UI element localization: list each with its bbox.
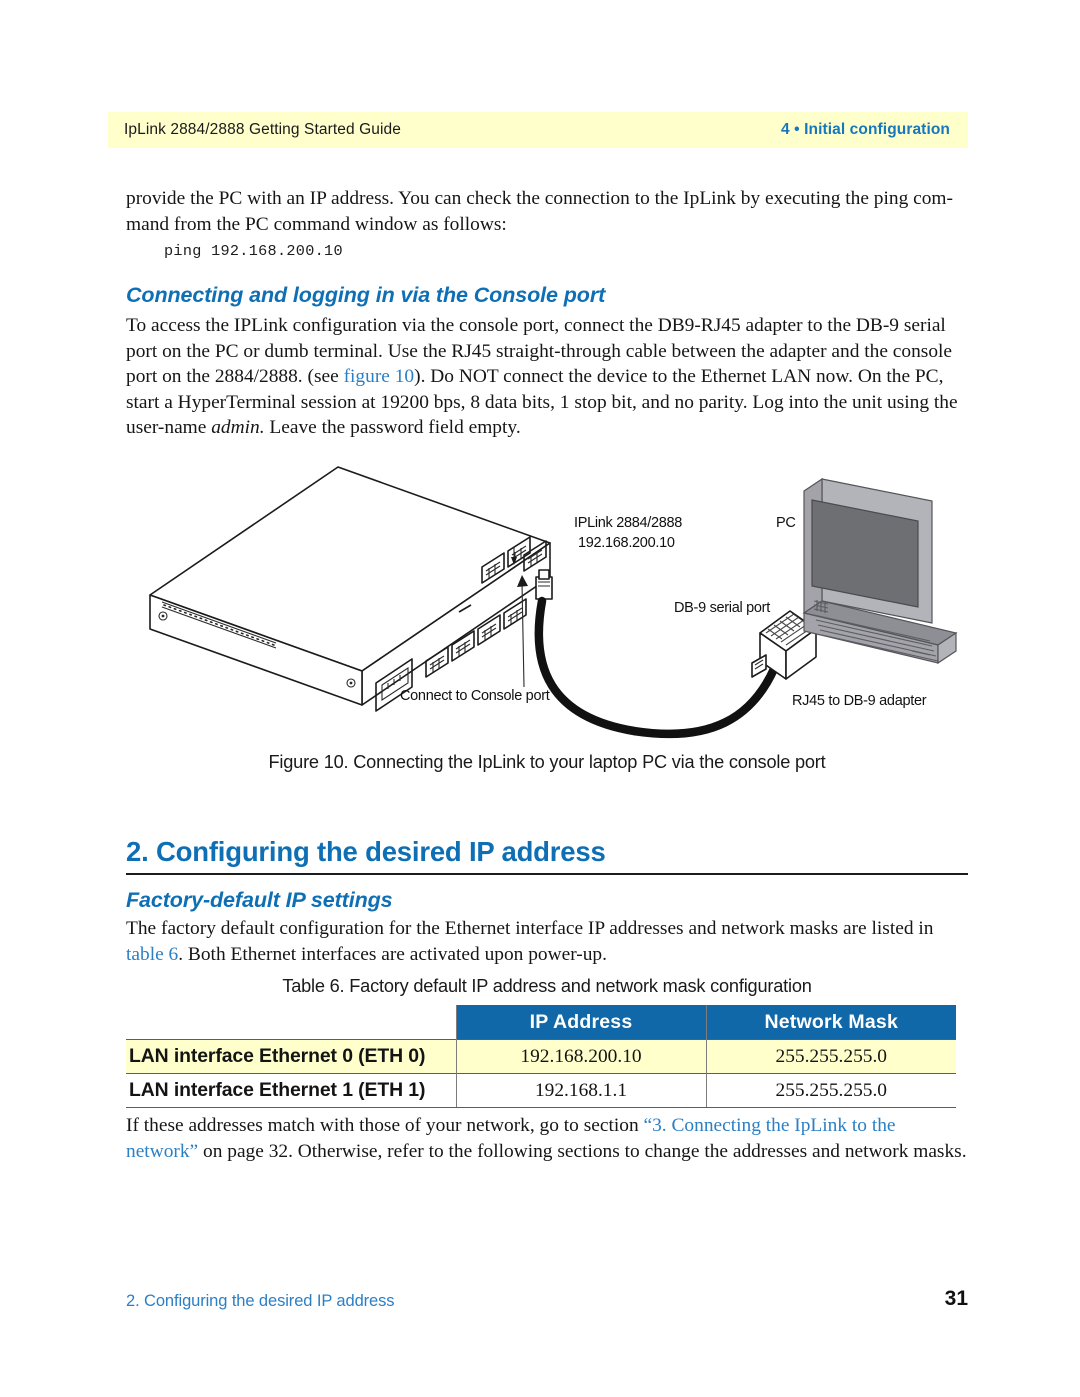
factory-text-2: . Both Ethernet interfaces are activated… (178, 943, 607, 965)
figure-caption: Figure 10. Connecting the IpLink to your… (268, 752, 826, 772)
figure-label-rj45-adapter: RJ45 to DB-9 adapter (792, 693, 927, 709)
figure-label-db9: DB-9 serial port (674, 600, 770, 616)
table-cell-ip-address: 192.168.200.10 (455, 1039, 706, 1074)
intro-paragraph: provide the PC with an IP address. You c… (126, 188, 953, 235)
section-rule (126, 873, 968, 875)
factory-text-1: The factory default configuration for th… (126, 918, 934, 939)
table-header-blank (126, 1005, 456, 1040)
ping-command: ping 192.168.200.10 (164, 242, 343, 260)
page-number: 31 (944, 1287, 968, 1310)
table-header-row: IP Address Network Mask (126, 1005, 956, 1040)
table-cell-ip-address: 192.168.1.1 (455, 1073, 706, 1108)
console-subheading: Connecting and logging in via the Consol… (126, 283, 606, 307)
factory-default-subheading: Factory-default IP settings (126, 888, 393, 912)
console-heading-block: Connecting and logging in via the Consol… (126, 283, 968, 308)
table-row: LAN interface Ethernet 1 (ETH 1) 192.168… (126, 1073, 956, 1108)
running-header-band: IpLink 2884/2888 Getting Started Guide 4… (108, 112, 968, 148)
factory-default-paragraph-block: The factory default configuration for th… (126, 916, 968, 967)
console-paragraph-block: To access the IPLink configuration via t… (126, 313, 968, 441)
console-text-3: Leave the password field empty. (264, 417, 521, 439)
table-caption: Table 6. Factory default IP address and … (282, 976, 812, 996)
closing-text-2: on page 32. Otherwise, refer to the foll… (198, 1140, 967, 1162)
closing-text-1: If these addresses match with those of y… (126, 1115, 644, 1136)
section-title: 2. Configuring the desired IP address (126, 836, 606, 867)
figure-label-pc: PC (776, 515, 796, 531)
console-paragraph: To access the IPLink configuration via t… (126, 313, 968, 441)
subheading-block: Factory-default IP settings (126, 888, 968, 913)
closing-paragraph: If these addresses match with those of y… (126, 1113, 968, 1164)
factory-default-table: IP Address Network Mask LAN interface Et… (126, 1005, 956, 1108)
table-row-label: LAN interface Ethernet 0 (ETH 0) (126, 1039, 456, 1074)
admin-username: admin. (211, 417, 265, 439)
section-title-block: 2. Configuring the desired IP address (126, 836, 968, 868)
table-header-network-mask: Network Mask (705, 1005, 956, 1040)
figure-10-illustration: .ln { fill:none; stroke:#1b1b1b; stroke-… (126, 455, 968, 740)
figure-10-link[interactable]: figure 10 (344, 366, 415, 387)
intro-paragraph-block: provide the PC with an IP address. You c… (126, 186, 968, 237)
figure-label-device-name: IPLink 2884/2888 (574, 515, 682, 531)
table-6-link[interactable]: table 6 (126, 944, 178, 965)
table-cell-network-mask: 255.255.255.0 (705, 1039, 956, 1074)
table-row-label: LAN interface Ethernet 1 (ETH 1) (126, 1073, 456, 1108)
factory-default-paragraph: The factory default configuration for th… (126, 916, 968, 967)
table-header-ip-address: IP Address (455, 1005, 706, 1040)
factory-default-table-wrapper: IP Address Network Mask LAN interface Et… (126, 1005, 956, 1108)
figure-label-device-ip: 192.168.200.10 (578, 535, 675, 551)
table-row: LAN interface Ethernet 0 (ETH 0) 192.168… (126, 1039, 956, 1074)
running-header-title: IpLink 2884/2888 Getting Started Guide (124, 121, 401, 138)
figure-label-connect-console: Connect to Console port (400, 688, 550, 704)
running-header-chapter: 4 • Initial configuration (781, 121, 950, 138)
closing-paragraph-block: If these addresses match with those of y… (126, 1113, 968, 1164)
code-block: ping 192.168.200.10 (126, 242, 968, 260)
table-cell-network-mask: 255.255.255.0 (705, 1073, 956, 1108)
